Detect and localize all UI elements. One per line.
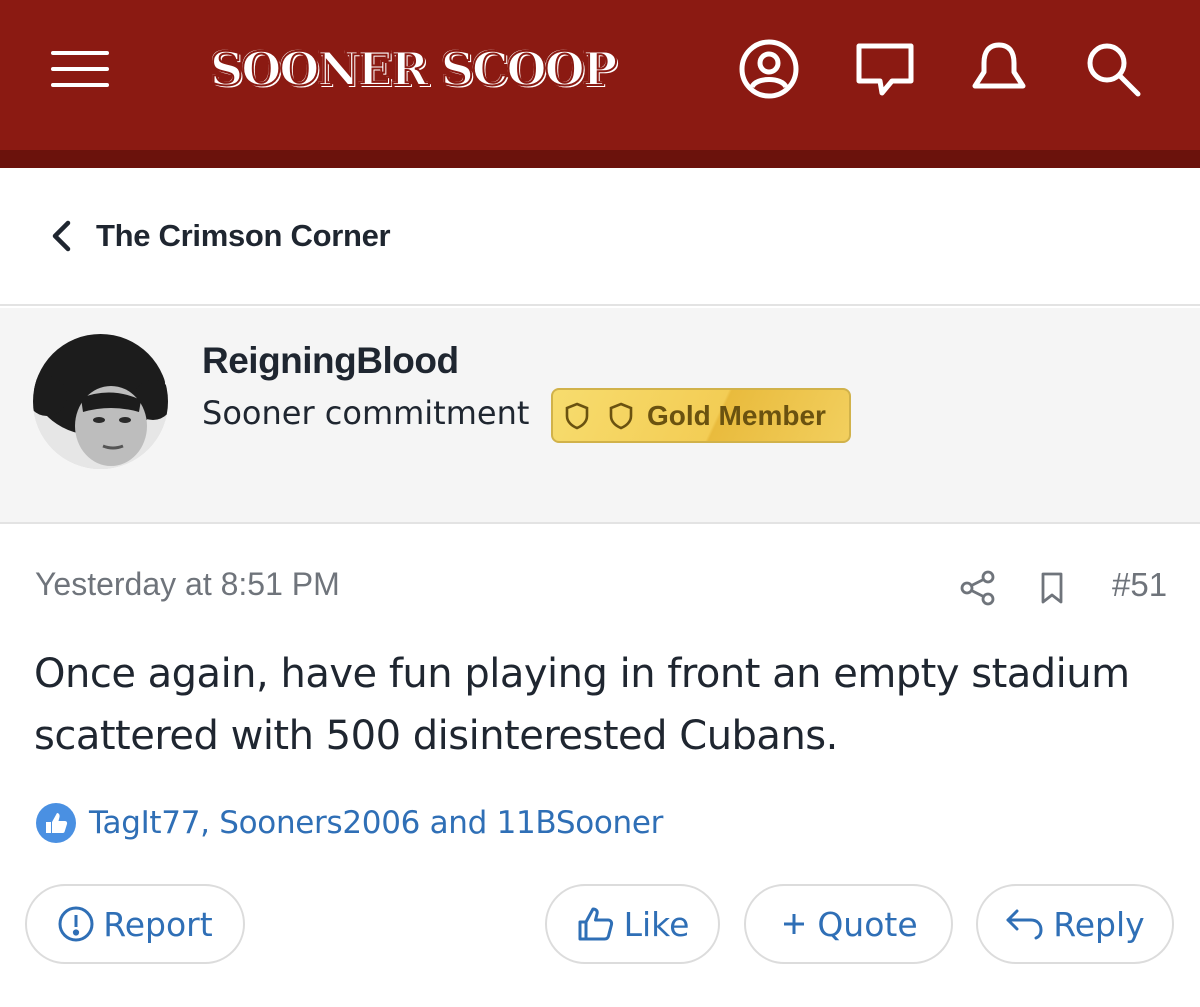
- report-icon: [58, 906, 94, 942]
- report-label: Report: [103, 904, 213, 944]
- like-reaction-icon: [36, 803, 76, 843]
- alerts-icon[interactable]: [966, 36, 1032, 102]
- reactions-summary[interactable]: TagIt77, Sooners2006 and 11BSooner: [35, 802, 663, 844]
- post-body: Once again, have fun playing in front an…: [34, 651, 1130, 759]
- username[interactable]: ReigningBlood: [202, 340, 459, 382]
- menu-line: [51, 51, 109, 55]
- reply-label: Reply: [1053, 904, 1145, 944]
- messages-icon[interactable]: [852, 36, 918, 102]
- thumbs-up-icon: [578, 907, 613, 941]
- avatar[interactable]: [33, 334, 168, 469]
- menu-line: [51, 67, 109, 71]
- menu-icon[interactable]: [51, 49, 109, 89]
- badge-label: Gold Member: [647, 399, 826, 431]
- post-timestamp[interactable]: Yesterday at 8:51 PM: [35, 566, 340, 603]
- share-icon[interactable]: [958, 568, 998, 608]
- user-title: Sooner commitment: [202, 394, 530, 432]
- bookmark-icon[interactable]: [1036, 568, 1068, 608]
- site-logo[interactable]: SOONER SCOOP: [209, 38, 618, 100]
- header-shadow-strip: [0, 150, 1200, 168]
- chevron-left-icon: [52, 220, 71, 252]
- reply-button[interactable]: Reply: [976, 884, 1174, 964]
- shield-icon: [565, 402, 589, 429]
- like-label: Like: [623, 904, 690, 944]
- account-icon[interactable]: [736, 36, 802, 102]
- post: Yesterday at 8:51 PM #51 Once again, hav…: [0, 526, 1200, 1001]
- menu-line: [51, 83, 109, 87]
- reactions-users: TagIt77, Sooners2006 and 11BSooner: [89, 805, 664, 841]
- post-number[interactable]: #51: [1112, 566, 1167, 604]
- reply-arrow-icon: [1006, 909, 1043, 940]
- like-button[interactable]: Like: [545, 884, 720, 964]
- quote-button[interactable]: Quote: [744, 884, 953, 964]
- search-icon[interactable]: [1080, 36, 1146, 102]
- back-to-forum-link[interactable]: The Crimson Corner: [48, 216, 391, 256]
- report-button[interactable]: Report: [25, 884, 245, 964]
- post-author-block: ReigningBlood Sooner commitment Gold Mem…: [0, 308, 1200, 524]
- forum-name: The Crimson Corner: [96, 218, 391, 253]
- plus-icon: [784, 914, 805, 934]
- breadcrumb: The Crimson Corner: [0, 168, 1200, 306]
- shield-icon: [609, 402, 633, 429]
- quote-label: Quote: [817, 904, 918, 944]
- gold-member-badge: Gold Member: [551, 388, 851, 443]
